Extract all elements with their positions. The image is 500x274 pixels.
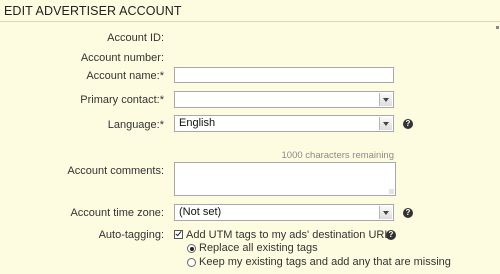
utm-tags-checkbox[interactable]	[174, 230, 183, 239]
chevron-down-icon[interactable]	[379, 93, 392, 106]
resize-grip-icon[interactable]	[389, 189, 394, 194]
help-icon[interactable]: ?	[403, 208, 413, 218]
chevron-down-icon[interactable]	[379, 117, 392, 130]
account-number-label: Account number:	[80, 52, 164, 64]
account-comments-label: Account comments:	[67, 165, 164, 177]
language-value: English	[179, 117, 216, 129]
language-label: Language:*	[107, 119, 164, 131]
keep-tags-label[interactable]: Keep my existing tags and add any that a…	[199, 256, 451, 268]
account-name-label: Account name:*	[86, 70, 164, 82]
scroll-edge	[496, 26, 499, 29]
help-icon[interactable]: ?	[386, 230, 396, 240]
utm-tags-label[interactable]: Add UTM tags to my ads' destination URLs	[186, 229, 396, 241]
characters-remaining: 1000 characters remaining	[281, 150, 394, 161]
language-select[interactable]: English	[174, 115, 394, 132]
account-name-input[interactable]	[174, 67, 394, 83]
title-divider	[0, 21, 500, 22]
replace-tags-radio[interactable]	[187, 244, 196, 253]
chevron-down-icon[interactable]	[379, 206, 392, 219]
page-title: EDIT ADVERTISER ACCOUNT	[4, 4, 182, 18]
auto-tagging-label: Auto-tagging:	[98, 229, 164, 241]
keep-tags-radio[interactable]	[187, 258, 196, 267]
replace-tags-label[interactable]: Replace all existing tags	[199, 242, 318, 254]
account-comments-textarea[interactable]	[174, 162, 396, 196]
primary-contact-select[interactable]	[174, 91, 394, 108]
account-id-label: Account ID:	[107, 32, 164, 44]
primary-contact-label: Primary contact:*	[80, 94, 164, 106]
time-zone-select[interactable]: (Not set)	[174, 204, 394, 221]
help-icon[interactable]: ?	[403, 119, 413, 129]
time-zone-value: (Not set)	[179, 206, 222, 218]
time-zone-label: Account time zone:	[70, 207, 164, 219]
